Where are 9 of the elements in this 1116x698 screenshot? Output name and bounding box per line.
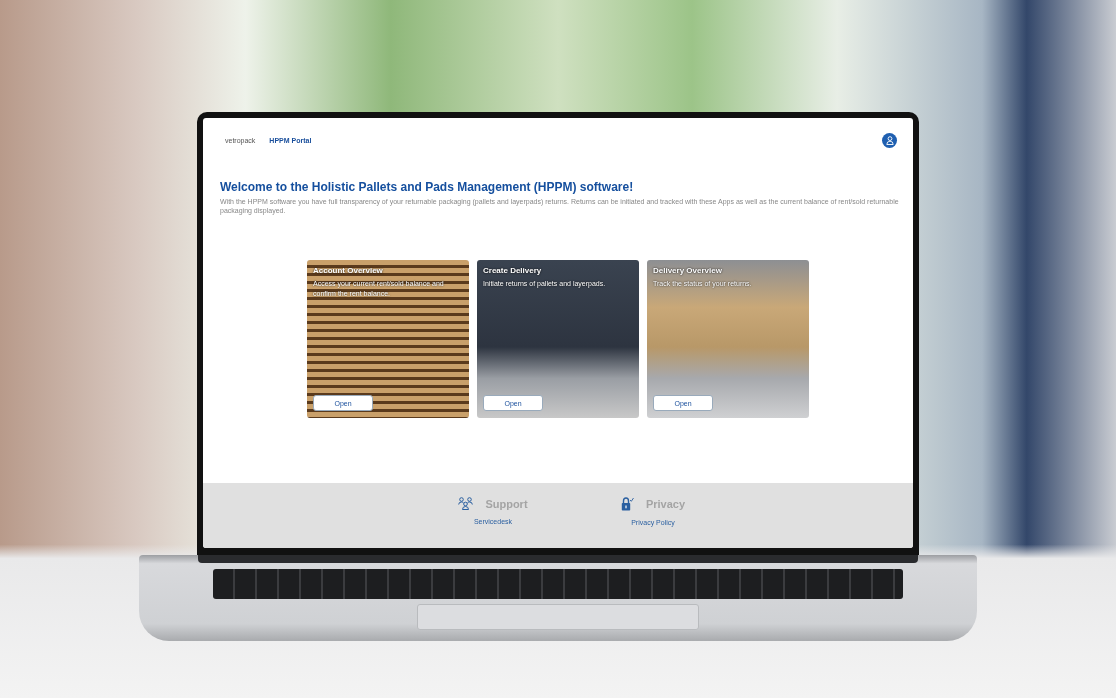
welcome-title: Welcome to the Holistic Pallets and Pads Management (HPPM) software! — [220, 180, 635, 194]
footer-heading: Privacy — [645, 498, 686, 510]
padlock-icon — [620, 497, 634, 511]
tile-title: Create Delivery — [483, 266, 543, 276]
tile-title: Account Overview — [313, 266, 384, 276]
people-icon — [458, 497, 474, 510]
user-avatar-icon[interactable] — [882, 133, 897, 148]
tile-title: Delivery Overview — [653, 266, 723, 276]
footer-heading: Support — [485, 497, 528, 510]
